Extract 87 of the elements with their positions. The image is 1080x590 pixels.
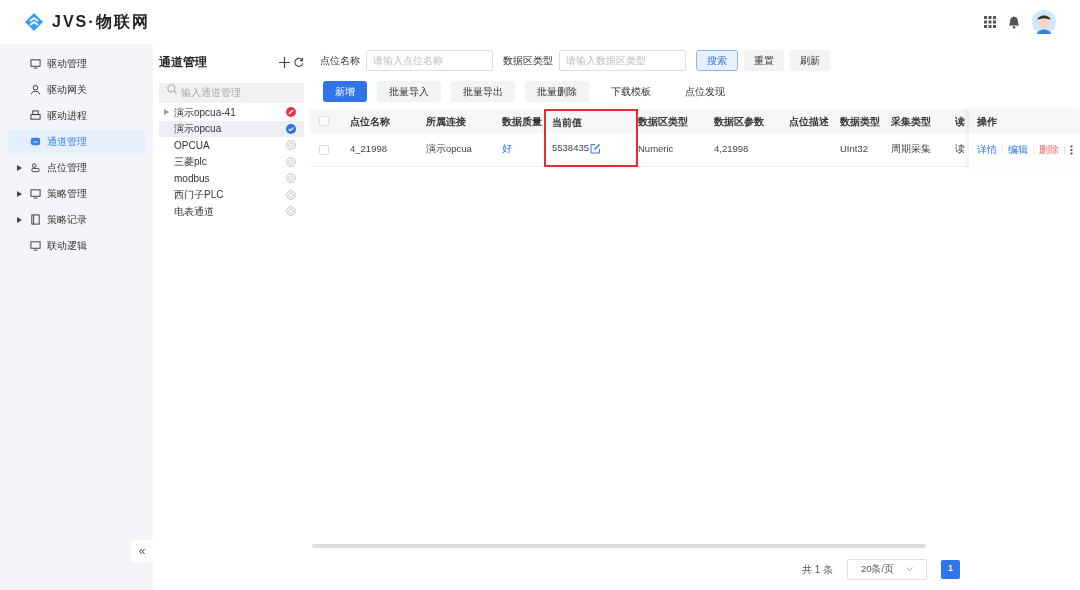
edit-icon[interactable] bbox=[590, 143, 601, 154]
column-header: 数据区类型 bbox=[638, 114, 689, 129]
column-header: 采集类型 bbox=[891, 114, 932, 129]
filter-button[interactable]: 重置 bbox=[744, 49, 784, 71]
horizontal-scrollbar[interactable] bbox=[312, 544, 926, 548]
total-count: 共 1 条 bbox=[801, 562, 833, 577]
channel-item[interactable]: 三菱plc bbox=[159, 153, 304, 170]
channel-item[interactable]: 演示opcua-41 bbox=[159, 104, 304, 121]
channel-item[interactable]: modbus bbox=[159, 170, 304, 187]
refresh-icon[interactable] bbox=[294, 57, 304, 67]
column-header: 所属连接 bbox=[426, 114, 467, 129]
table-cell: 周期采集 bbox=[891, 142, 931, 157]
sidebar-item[interactable]: 策略管理 bbox=[8, 182, 145, 205]
sidebar-item[interactable]: 通道管理 bbox=[8, 130, 145, 153]
table-cell: UInt32 bbox=[840, 142, 868, 157]
toolbar-button[interactable]: 新增 bbox=[323, 80, 367, 102]
idle-status-icon bbox=[286, 173, 296, 184]
row-checkbox[interactable] bbox=[319, 144, 329, 155]
channel-search-field[interactable]: 输入通道管理 bbox=[159, 82, 304, 103]
field-label: 点位名称 bbox=[320, 53, 360, 68]
table-cell: 4,21998 bbox=[714, 142, 749, 157]
toolbar-button[interactable]: 下载模板 bbox=[599, 80, 663, 102]
expand-arrow-icon[interactable] bbox=[17, 190, 22, 197]
check-status-icon bbox=[286, 123, 296, 134]
column-header: 数据质量 bbox=[502, 114, 543, 129]
filter-field[interactable]: 请输入点位名称 bbox=[366, 49, 493, 71]
toolbar-button[interactable]: 批量删除 bbox=[525, 80, 589, 102]
idle-status-icon bbox=[286, 206, 296, 217]
table-cell: 5538435 bbox=[552, 141, 589, 156]
channel-item[interactable]: 演示opcua bbox=[159, 120, 304, 137]
logo-icon bbox=[24, 12, 44, 32]
add-icon[interactable] bbox=[279, 56, 290, 68]
toolbar-button[interactable]: 批量导入 bbox=[377, 80, 441, 102]
search-icon bbox=[167, 84, 177, 94]
sidebar-item[interactable]: 驱动进程 bbox=[8, 104, 145, 127]
channel-item[interactable]: 电表通道 bbox=[159, 203, 304, 220]
person-icon bbox=[30, 84, 41, 95]
field-label: 数据区类型 bbox=[503, 53, 553, 68]
app-logo-text: JVS·物联网 bbox=[52, 12, 150, 32]
avatar-icon[interactable] bbox=[1032, 10, 1056, 34]
filter-button[interactable]: 刷新 bbox=[790, 49, 830, 71]
chevron-down-icon bbox=[906, 567, 914, 571]
channel-item[interactable]: OPCUA bbox=[159, 137, 304, 154]
sidebar-item[interactable]: 点位管理 bbox=[8, 156, 145, 179]
more-icon[interactable] bbox=[1070, 145, 1073, 155]
page-button[interactable]: 1 bbox=[941, 559, 960, 579]
tray-icon bbox=[30, 136, 41, 147]
sidebar-item[interactable]: 驱动管理 bbox=[8, 52, 145, 75]
page-size-select[interactable]: 20条/页 bbox=[847, 558, 927, 580]
book-icon bbox=[30, 214, 41, 225]
apps-grid-icon[interactable] bbox=[984, 16, 996, 28]
column-header: 读 bbox=[955, 114, 966, 129]
idle-status-icon bbox=[286, 140, 296, 151]
table-cell: 读 bbox=[955, 142, 965, 157]
filter-button[interactable]: 搜索 bbox=[696, 49, 738, 71]
printer-icon bbox=[30, 110, 41, 121]
bell-icon[interactable] bbox=[1008, 15, 1020, 29]
error-status-icon bbox=[286, 107, 296, 118]
action-link[interactable]: 详情 bbox=[977, 142, 997, 158]
column-header: 当前值 bbox=[544, 109, 638, 133]
table-cell: 演示opcua bbox=[426, 142, 472, 157]
people-icon bbox=[30, 162, 41, 173]
action-link[interactable]: 编辑 bbox=[1008, 142, 1028, 158]
idle-status-icon bbox=[286, 189, 296, 200]
expand-arrow-icon[interactable] bbox=[17, 216, 22, 223]
monitor-icon bbox=[30, 58, 41, 69]
idle-status-icon bbox=[286, 156, 296, 167]
column-header: 点位描述 bbox=[789, 114, 830, 129]
panel-title: 通道管理 bbox=[159, 54, 207, 71]
sidebar-item[interactable]: 联动逻辑 bbox=[8, 234, 145, 257]
monitor-icon bbox=[30, 188, 41, 199]
collapse-sidebar-button[interactable]: « bbox=[131, 540, 153, 562]
column-header: 操作 bbox=[969, 109, 1080, 133]
toolbar-button[interactable]: 点位发现 bbox=[673, 80, 737, 102]
column-header: 数据类型 bbox=[840, 114, 881, 129]
header-checkbox[interactable] bbox=[319, 116, 329, 126]
table-cell: 好 bbox=[502, 142, 512, 157]
sidebar-item[interactable]: 驱动网关 bbox=[8, 78, 145, 101]
column-header: 数据区参数 bbox=[714, 114, 765, 129]
channel-item[interactable]: 西门子PLC bbox=[159, 186, 304, 203]
expand-arrow-icon[interactable] bbox=[17, 164, 22, 171]
column-header: 点位名称 bbox=[350, 114, 391, 129]
toolbar-button[interactable]: 批量导出 bbox=[451, 80, 515, 102]
sidebar-item[interactable]: 策略记录 bbox=[8, 208, 145, 231]
table-cell: 4_21998 bbox=[350, 142, 387, 157]
monitor-icon bbox=[30, 240, 41, 251]
table-cell: Numeric bbox=[638, 142, 674, 157]
